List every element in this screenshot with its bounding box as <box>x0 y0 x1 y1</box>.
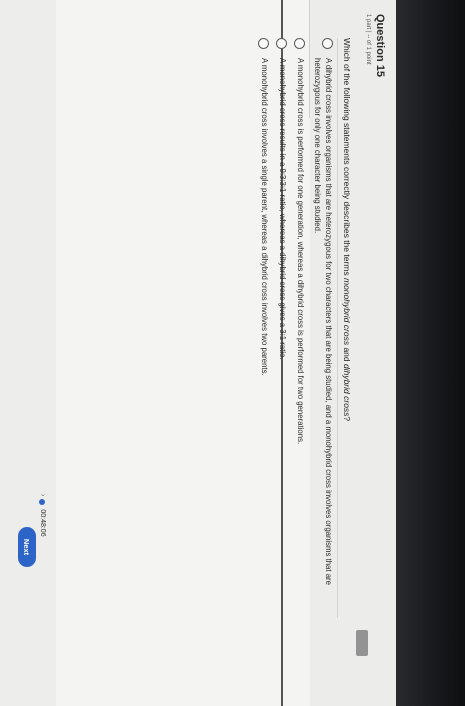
quiz-page: Question 15 1 part | -- of 1 point Which… <box>0 0 396 706</box>
radio-button[interactable] <box>276 38 287 49</box>
collapsed-panel-tab[interactable] <box>356 630 368 656</box>
answer-options: A dihybrid cross involves organisms that… <box>252 38 334 698</box>
answer-option-label: A monohybrid cross is performed for one … <box>296 58 305 445</box>
chevron-right-icon: › <box>39 494 46 497</box>
timer[interactable]: › 00:48:06 <box>39 494 46 537</box>
radio-button[interactable] <box>322 38 333 49</box>
prompt-text: and <box>342 345 352 364</box>
answer-option-3[interactable]: A monohybrid cross results in a 9:3:3:1 … <box>276 38 288 698</box>
answer-option-1[interactable]: A dihybrid cross involves organisms that… <box>312 38 334 698</box>
term-dihybrid: dihybrid cross <box>342 363 352 417</box>
answer-option-4[interactable]: A monohybrid cross involves a single par… <box>258 38 270 698</box>
timer-value: 00:48:06 <box>39 509 46 537</box>
radio-button[interactable] <box>294 38 305 49</box>
question-prompt: Which of the following statements correc… <box>342 38 352 698</box>
radio-button[interactable] <box>258 38 269 49</box>
prompt-separator <box>337 38 338 618</box>
answer-option-label: A dihybrid cross involves organisms that… <box>313 58 333 585</box>
clock-icon <box>39 499 46 506</box>
prompt-text: Which of the following statements correc… <box>342 38 352 278</box>
question-meta: 1 part | -- of 1 point <box>365 14 371 65</box>
term-monohybrid: monohybrid cross <box>342 277 352 346</box>
question-title: Question 15 <box>374 14 386 77</box>
next-button[interactable]: Next <box>18 527 36 567</box>
answer-option-2[interactable]: A monohybrid cross is performed for one … <box>294 38 306 698</box>
answer-option-label: A monohybrid cross involves a single par… <box>260 58 269 376</box>
screen-bezel <box>396 0 465 706</box>
prompt-text: ? <box>342 416 352 422</box>
footer-bar: › 00:48:06 Next <box>0 0 56 706</box>
answer-option-label: A monohybrid cross results in a 9:3:3:1 … <box>278 58 287 360</box>
